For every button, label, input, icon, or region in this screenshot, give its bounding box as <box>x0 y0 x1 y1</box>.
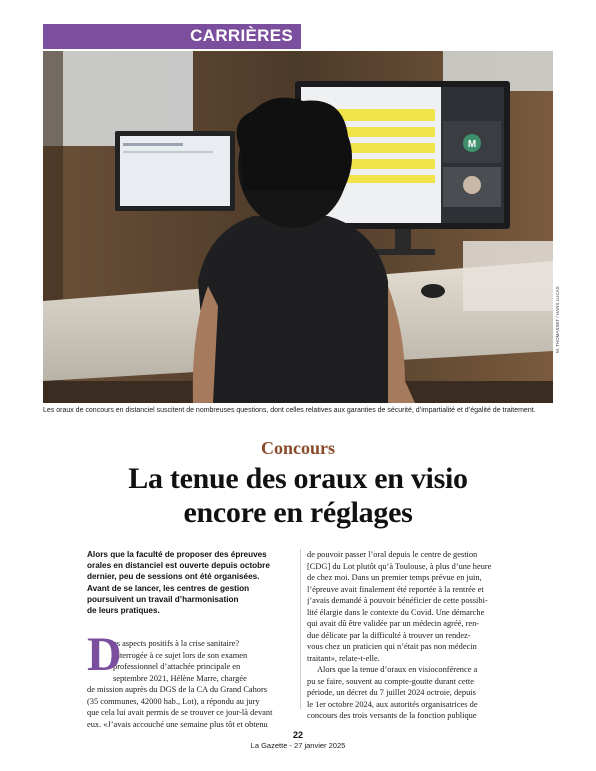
body-line: lité élargie dans le contexte du Covid. … <box>307 607 485 617</box>
drop-cap: D <box>87 628 122 682</box>
lead-line: orales en distanciel est ouverte depuis … <box>87 561 270 571</box>
body-line: de mission auprès du DGS de la CA du Gra… <box>87 685 268 695</box>
body-line: [CDG] du Lot plutôt qu’à Toulouse, à plu… <box>307 561 492 571</box>
issue-line: La Gazette - 27 janvier 2025 <box>250 741 346 750</box>
body-line: que cela lui avait permis de se trouver … <box>87 708 273 718</box>
article-photo: M <box>43 51 553 403</box>
body-line: j’avais demandé à pouvoir bénéficier de … <box>307 596 488 605</box>
photo-illustration: M <box>43 51 553 403</box>
body-line: traitant», relate-t-elle. <box>307 653 380 663</box>
body-line: vous chez un praticien qui n’était pas n… <box>307 642 477 651</box>
body-line: période, un décret du 7 juillet 2024 oct… <box>307 688 476 697</box>
article-lead: Alors que la faculté de proposer des épr… <box>87 549 294 616</box>
headline-line-1: La tenue des oraux en visio <box>128 462 468 495</box>
body-line: due délicate par la difficulté à trouver… <box>307 630 471 640</box>
photo-credit: M. THOMASSET / HANS LUCAS <box>555 286 560 353</box>
lead-line: Alors que la faculté de proposer des épr… <box>87 550 267 559</box>
section-rubric: CARRIÈRES <box>43 24 301 49</box>
person-silhouette <box>198 216 388 403</box>
column-right: de pouvoir passer l’oral depuis le centr… <box>307 549 517 722</box>
lead-line: de leurs pratiques. <box>87 606 160 616</box>
article-kicker: Concours <box>260 438 335 458</box>
headline-line-2: encore en réglages <box>183 496 413 529</box>
body-intro: D es aspects positifs à la crise sanitai… <box>87 628 294 730</box>
lead-line: Avant de se lancer, les centres de gesti… <box>87 583 250 593</box>
column-divider <box>300 549 301 709</box>
body-line: (35 communes, 42000 hab., Lot), a répond… <box>87 696 260 706</box>
column-left: Alors que la faculté de proposer des épr… <box>87 549 294 730</box>
lead-line: poursuivent un travail d’harmonisation <box>87 594 239 604</box>
page-number: 22 <box>292 730 303 740</box>
body-line: concours des trois versants de la foncti… <box>307 711 477 720</box>
body-line: qui avait dû être validée par un médecin… <box>307 619 480 628</box>
body-line: Alors que la tenue d’oraux en visioconfé… <box>317 665 478 674</box>
rubric-label: CARRIÈRES <box>190 26 293 45</box>
body-line: eux. «J’avais accouché une semaine plus … <box>87 719 268 729</box>
body-line: de pouvoir passer l’oral depuis le centr… <box>307 550 478 559</box>
article-headline: La tenue des oraux en visio encore en ré… <box>40 462 556 530</box>
photo-caption: Les oraux de concours en distanciel susc… <box>43 407 536 414</box>
lead-line: dernier, peu de sessions ont été organis… <box>87 572 260 582</box>
avatar-letter: M <box>468 139 476 150</box>
body-line: l’épreuve avait finalement été reportée … <box>307 584 484 594</box>
body-line: de chez moi. Dans un premier temps prévu… <box>307 573 482 582</box>
body-line: le 1er octobre 2024, aux autorités organ… <box>307 699 478 709</box>
body-line: pu se faire, souvent au compte-goutte du… <box>307 676 474 686</box>
